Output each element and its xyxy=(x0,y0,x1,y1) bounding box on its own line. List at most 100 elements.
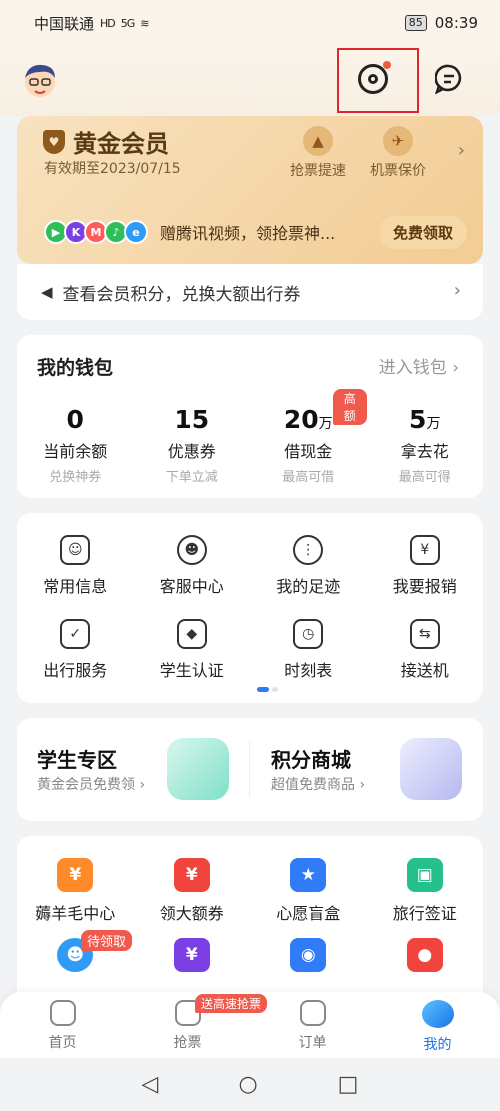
clock-time: 08:39 xyxy=(434,14,478,32)
service-label: 我的足迹 xyxy=(276,577,341,596)
wallet-number: 15 xyxy=(174,405,210,434)
plane-icon: ✈ xyxy=(383,126,413,156)
service-student-auth[interactable]: ◆ 学生认证 xyxy=(134,619,251,681)
tab-label: 抢票 xyxy=(173,1035,202,1051)
perk-flight-price-protect[interactable]: ✈ 机票保价 xyxy=(363,126,433,180)
back-icon[interactable]: ◁ xyxy=(142,1072,159,1097)
profile-header xyxy=(0,46,500,116)
recents-icon[interactable]: □ xyxy=(338,1072,359,1097)
visa-icon: ▣ xyxy=(406,858,443,892)
avatar[interactable] xyxy=(22,60,58,102)
member-title-text: 黄金会员 xyxy=(73,130,169,158)
wallet-value: 15 xyxy=(134,405,251,434)
wallet-item-borrow-cash[interactable]: 高额 20万 借现金 最高可借 xyxy=(250,389,367,485)
hd-indicator: HD xyxy=(100,16,116,30)
footprint-icon: ⋮ xyxy=(293,535,324,565)
blind-box-icon: ★ xyxy=(290,858,327,892)
activity-red[interactable]: ● xyxy=(367,938,484,980)
activities-grid: ¥ 薅羊毛中心 ¥ 领大额券 ★ 心愿盲盒 ▣ 旅行签证 待领取 ☻ ¥ ◉ ● xyxy=(17,858,483,980)
system-nav-bar: ◁ ○ □ xyxy=(0,1058,500,1111)
service-customer-center[interactable]: ☻ 客服中心 xyxy=(134,535,251,597)
lightbulb-icon: ● xyxy=(406,938,443,972)
wallet-label: 拿去花 xyxy=(400,442,449,461)
mine-icon xyxy=(421,1000,454,1028)
wallet-item-installment[interactable]: 5万 拿去花 最高可得 xyxy=(367,405,484,485)
high-amount-tag: 高额 xyxy=(333,389,367,425)
student-zone-sub-text: 黄金会员免费领 xyxy=(37,777,135,793)
chevron-right-icon[interactable]: › xyxy=(458,140,465,161)
notification-dot xyxy=(383,61,391,69)
wallet-sub: 兑换神券 xyxy=(49,470,102,485)
wallet-label: 当前余额 xyxy=(43,442,108,461)
page-dot-active xyxy=(257,687,269,692)
activity-big-coupon[interactable]: ¥ 领大额券 xyxy=(134,858,251,924)
wallet-items: 0 当前余额 兑换神券 15 优惠券 下单立减 高额 20万 借现金 最高可借 … xyxy=(17,389,484,485)
tab-mine[interactable]: 我的 xyxy=(375,992,500,1058)
perk-ticket-speedup[interactable]: ▲ 抢票提速 xyxy=(283,126,353,180)
clock-icon: ◷ xyxy=(293,619,324,649)
partner-apps: ▶ K M ♪ e xyxy=(44,220,148,244)
service-footprint[interactable]: ⋮ 我的足迹 xyxy=(250,535,367,597)
wallet-item-coupons[interactable]: 15 优惠券 下单立减 xyxy=(134,405,251,485)
purple-coupon-icon: ¥ xyxy=(173,938,210,972)
service-label: 时刻表 xyxy=(284,661,333,680)
activity-coupon-2[interactable]: ¥ xyxy=(134,938,251,980)
wallet-number: 0 xyxy=(66,405,84,434)
carrier-info: 中国联通 HD 5G ≋ xyxy=(34,13,150,34)
tab-orders[interactable]: 订单 xyxy=(250,992,375,1058)
member-points-bar[interactable]: ◀ 查看会员积分，兑换大额出行券 › xyxy=(17,264,483,320)
signal-icon: 5G xyxy=(120,16,135,30)
free-claim-button[interactable]: 免费领取 xyxy=(378,215,467,249)
customer-service-icon: ☻ xyxy=(176,535,207,565)
service-label: 客服中心 xyxy=(159,577,224,596)
service-label: 学生认证 xyxy=(159,661,224,680)
wallet-unit: 万 xyxy=(426,416,441,432)
activity-label: 领大额券 xyxy=(159,904,224,923)
reimburse-icon: ¥ xyxy=(409,535,440,565)
tab-label: 我的 xyxy=(423,1037,452,1053)
wallet-unit: 万 xyxy=(318,416,333,432)
activity-visa[interactable]: ▣ 旅行签证 xyxy=(367,858,484,924)
perk-label: 机票保价 xyxy=(370,163,426,179)
message-icon[interactable] xyxy=(435,64,463,94)
activity-train[interactable]: ◉ xyxy=(250,938,367,980)
vip-shield-icon: ♥ xyxy=(43,129,65,154)
wallet-value: 5万 xyxy=(367,405,484,434)
wallet-sub: 最高可借 xyxy=(282,470,335,485)
wallet-value: 0 xyxy=(17,405,134,434)
settings-icon[interactable] xyxy=(358,61,391,94)
wallet-label: 借现金 xyxy=(284,442,333,461)
student-zone-sub: 黄金会员免费领 › xyxy=(37,777,146,793)
divider xyxy=(249,742,250,798)
home-icon xyxy=(49,1000,76,1026)
tab-grab-ticket[interactable]: 送高速抢票 抢票 xyxy=(125,992,268,1058)
service-reimburse[interactable]: ¥ 我要报销 xyxy=(367,535,484,597)
service-airport-transfer[interactable]: ⇆ 接送机 xyxy=(367,619,484,681)
gold-member-card[interactable]: ♥ 黄金会员 有效期至2023/07/15 ▲ 抢票提速 ✈ 机票保价 › ▶ … xyxy=(17,116,483,264)
service-label: 接送机 xyxy=(400,661,449,680)
service-label: 常用信息 xyxy=(43,577,108,596)
service-frequent-info[interactable]: ☺ 常用信息 xyxy=(17,535,134,597)
promo-text: 赠腾讯视频，领抢票神... xyxy=(160,224,336,243)
yuan-coupon-icon: ¥ xyxy=(57,858,94,892)
wallet-label: 优惠券 xyxy=(167,442,216,461)
speaker-icon: ◀ xyxy=(41,283,53,301)
service-travel[interactable]: ✓ 出行服务 xyxy=(17,619,134,681)
activity-label: 心愿盲盒 xyxy=(276,904,341,923)
points-text: 查看会员积分，兑换大额出行券 xyxy=(62,284,301,305)
wallet-item-balance[interactable]: 0 当前余额 兑换神券 xyxy=(17,405,134,485)
promo-row: ▶ K M ♪ e 赠腾讯视频，领抢票神... 免费领取 xyxy=(44,215,467,249)
home-circle-icon[interactable]: ○ xyxy=(238,1072,257,1097)
wifi-icon: ≋ xyxy=(140,16,149,30)
activity-blind-box[interactable]: ★ 心愿盲盒 xyxy=(250,858,367,924)
activity-robot[interactable]: 待领取 ☻ xyxy=(17,930,134,980)
service-timetable[interactable]: ◷ 时刻表 xyxy=(250,619,367,681)
perk-label: 抢票提速 xyxy=(290,163,346,179)
zones-card: 学生专区 黄金会员免费领 › 积分商城 超值免费商品 › xyxy=(17,718,483,821)
carrier-name: 中国联通 xyxy=(34,14,95,33)
activity-wool-center[interactable]: ¥ 薅羊毛中心 xyxy=(17,858,134,924)
enter-wallet-link[interactable]: 进入钱包 › xyxy=(379,353,459,378)
student-zone-title: 学生专区 xyxy=(37,748,117,772)
page-dot xyxy=(272,687,278,692)
tab-home[interactable]: 首页 xyxy=(0,992,125,1058)
